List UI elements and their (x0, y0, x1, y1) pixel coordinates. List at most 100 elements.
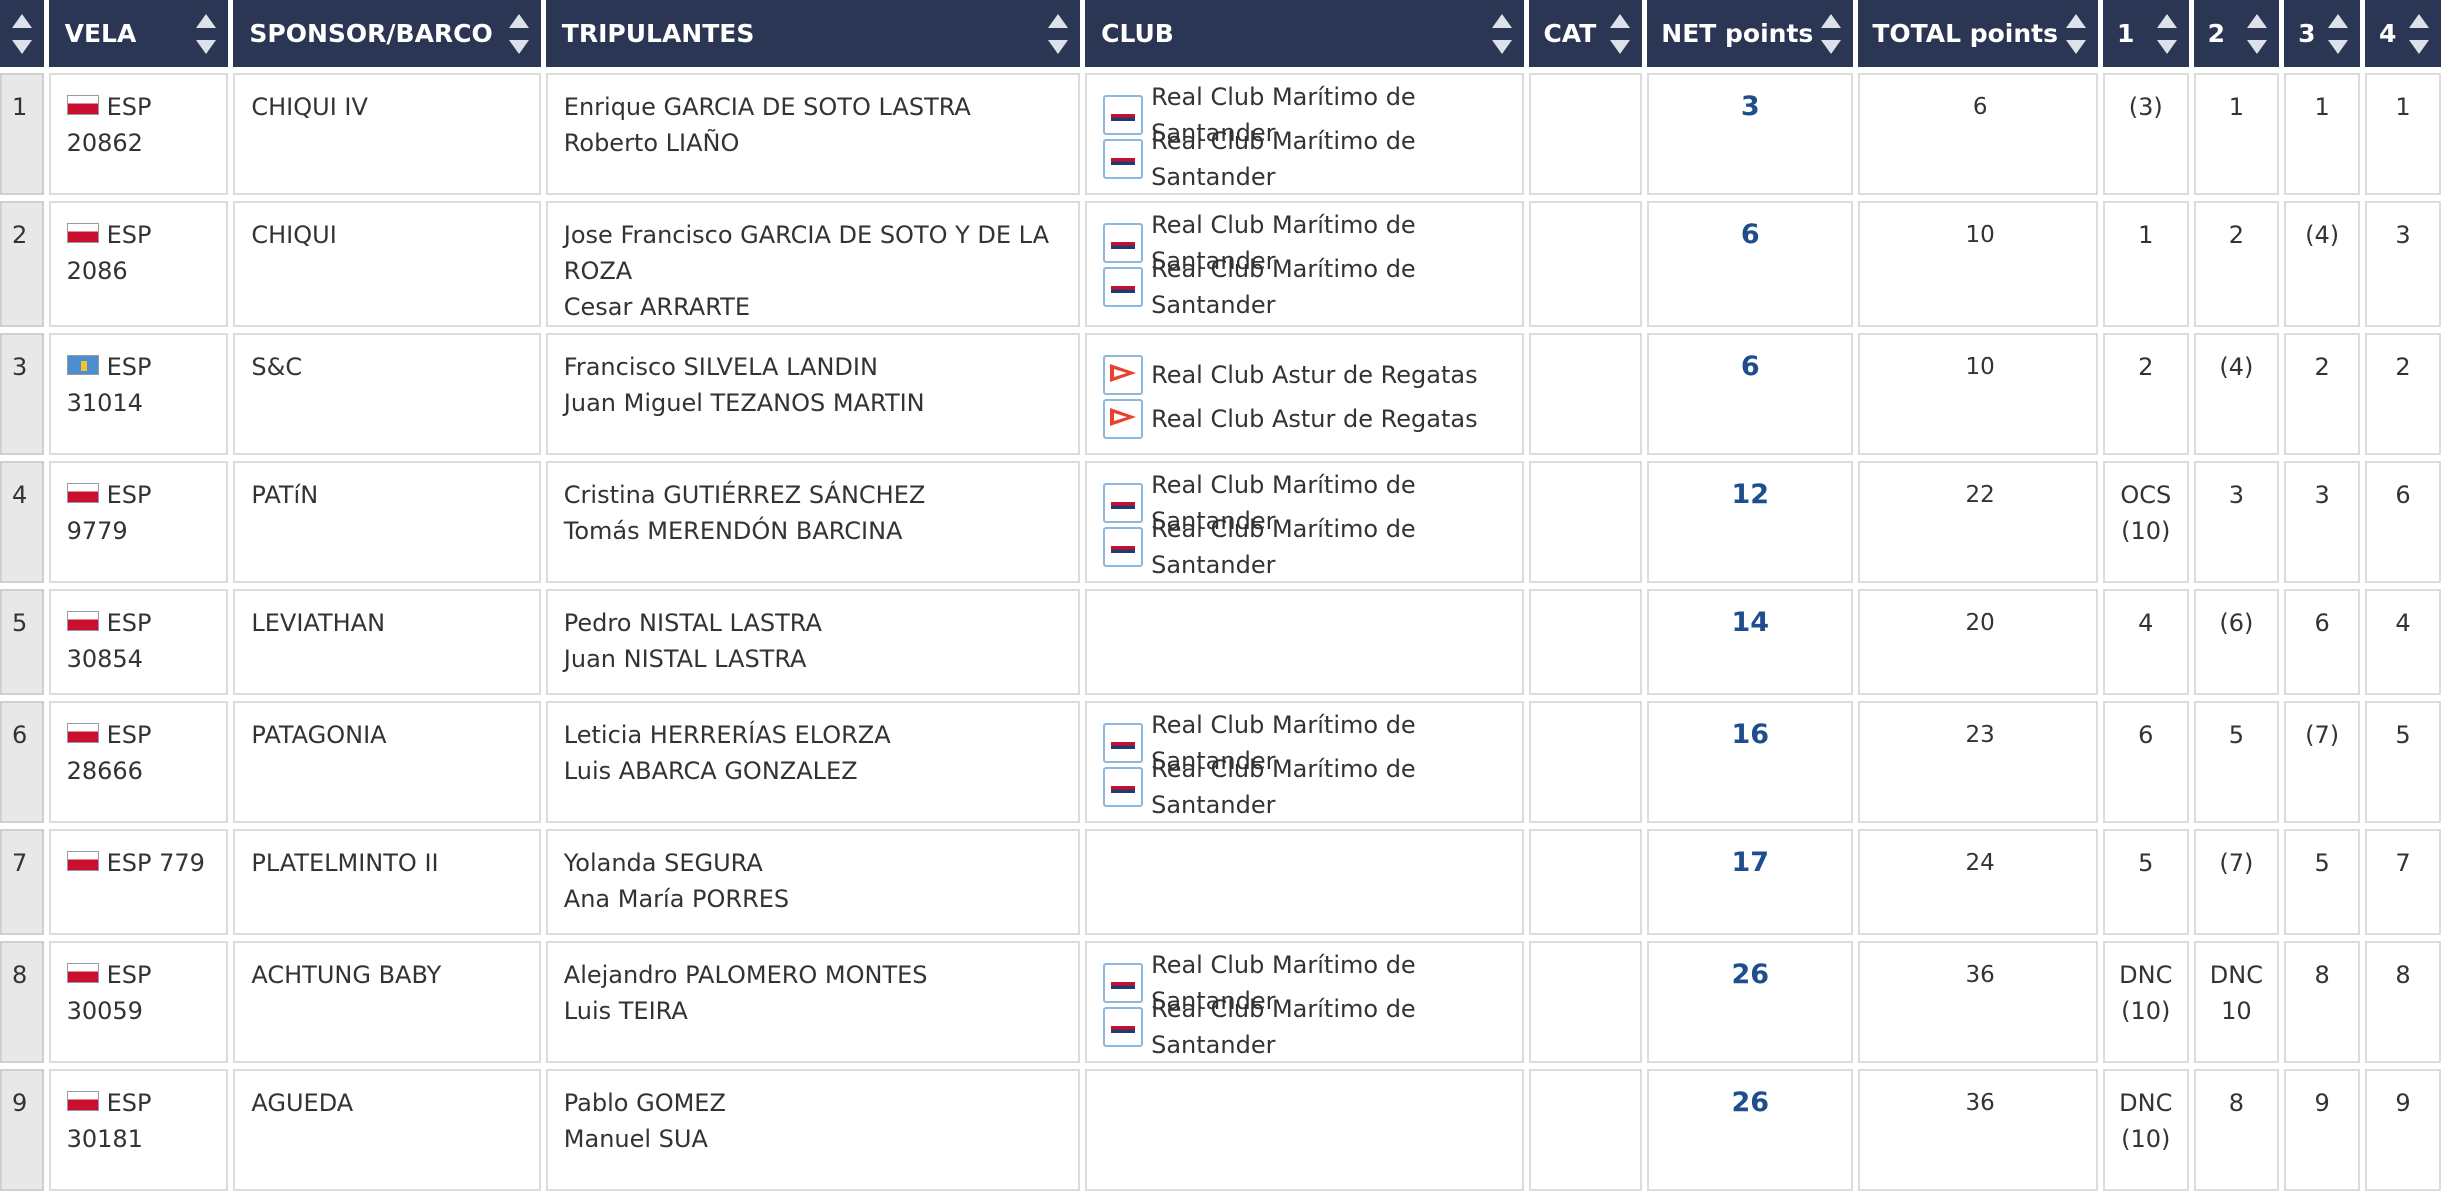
col-header-race-2[interactable]: 2 (2193, 0, 2280, 67)
col-header-race-4[interactable]: 4 (2365, 0, 2441, 67)
position-cell: 8 (0, 941, 44, 1063)
crew-member: Tomás MERENDÓN BARCINA (563, 517, 903, 545)
sort-icon[interactable] (508, 14, 529, 54)
race-4-cell: 8 (2365, 941, 2441, 1063)
position-value: 3 (12, 353, 28, 381)
sort-icon[interactable] (2156, 14, 2177, 54)
race-score: 4 (2138, 609, 2154, 637)
race-4-cell: 6 (2365, 461, 2441, 583)
col-header-cat[interactable]: CAT (1529, 0, 1643, 67)
race-3-cell: 6 (2284, 589, 2361, 695)
race-2-cell: 2 (2193, 201, 2280, 327)
crew-member: Manuel SUA (563, 1125, 708, 1153)
race-3-cell: 2 (2284, 333, 2361, 455)
club-cell: Real Club Marítimo de Santander Real Club… (1085, 941, 1525, 1063)
col-header-label: CLUB (1101, 19, 1174, 48)
net-points-cell: 26 (1647, 1069, 1854, 1191)
race-score: 5 (2138, 849, 2154, 877)
race-4-cell: 2 (2365, 333, 2441, 455)
col-header-label: TRIPULANTES (561, 19, 755, 48)
race-4-cell: 5 (2365, 701, 2441, 823)
sort-icon[interactable] (12, 14, 32, 54)
net-points: 26 (1731, 1087, 1770, 1118)
crew-member: Leticia HERRERÍAS ELORZA (563, 721, 891, 749)
col-header-total[interactable]: TOTAL points (1858, 0, 2098, 67)
col-header-race-3[interactable]: 3 (2284, 0, 2361, 67)
table-row[interactable]: 9 ESP 30181 AGUEDA Pablo GOMEZ Manuel SUA 26 3… (0, 1069, 2441, 1191)
sort-icon[interactable] (1821, 14, 1842, 54)
total-points-cell: 36 (1858, 1069, 2098, 1191)
col-header-label: CAT (1543, 19, 1597, 48)
table-row[interactable]: 3 ESP 31014 S&C Francisco SILVELA LANDIN Jua… (0, 333, 2441, 455)
boat-name: PATAGONIA (251, 721, 387, 749)
table-row[interactable]: 6 ESP 28666 PATAGONIA Leticia HERRERÍAS ELO… (0, 701, 2441, 823)
sort-icon[interactable] (2328, 14, 2349, 54)
col-header-net[interactable]: NET points (1647, 0, 1854, 67)
table-row[interactable]: 4 ESP 9779 PATíN Cristina GUTIÉRREZ SÁNCHEZ… (0, 461, 2441, 583)
race-1-cell: 1 (2102, 201, 2189, 327)
table-row[interactable]: 2 ESP 2086 CHIQUI Jose Francisco GARCIA DE … (0, 201, 2441, 327)
net-points-cell: 12 (1647, 461, 1854, 583)
sort-icon[interactable] (1048, 14, 1069, 54)
position-value: 8 (12, 961, 28, 989)
net-points: 26 (1731, 959, 1770, 990)
col-header-club[interactable]: CLUB (1085, 0, 1525, 67)
club-entry: Real Club Marítimo de Santander (1103, 995, 1516, 1059)
table-row[interactable]: 1 ESP 20862 CHIQUI IV Enrique GARCIA DE SOT… (0, 73, 2441, 195)
total-points: 6 (1972, 94, 1988, 120)
club-entry: Real Club Marítimo de Santander (1103, 515, 1516, 579)
crew-member: Luis ABARCA GONZALEZ (563, 757, 858, 785)
club-entry: Real Club Astur de Regatas (1103, 397, 1516, 441)
race-score: 8 (2228, 1089, 2245, 1117)
race-1-cell: DNC (10) (2102, 1069, 2189, 1191)
table-row[interactable]: 8 ESP 30059 ACHTUNG BABY Alejandro PALOMERO… (0, 941, 2441, 1063)
total-points-cell: 20 (1858, 589, 2098, 695)
col-header-crew[interactable]: TRIPULANTES (545, 0, 1081, 67)
results-table: VELA SPONSOR/BARCO TRIPULANTES CLUB CAT … (0, 0, 2446, 1197)
table-row[interactable]: 7 ESP 779 PLATELMINTO II Yolanda SEGURA Ana … (0, 829, 2441, 935)
club-burgee-icon (1103, 1007, 1144, 1047)
flag-icon (66, 611, 99, 631)
club-burgee-icon (1103, 399, 1144, 439)
net-points-cell: 6 (1647, 201, 1854, 327)
race-score: (7) (2219, 849, 2254, 877)
crew-member: Juan Miguel TEZANOS MARTIN (563, 389, 925, 417)
net-points: 17 (1731, 847, 1770, 878)
sort-icon[interactable] (196, 14, 217, 54)
sail-cell: ESP 30181 (48, 1069, 229, 1191)
boat-name: CHIQUI IV (251, 93, 368, 121)
cat-cell (1529, 701, 1643, 823)
crew-cell: Pablo GOMEZ Manuel SUA (545, 1069, 1081, 1191)
crew-cell: Enrique GARCIA DE SOTO LASTRA Roberto LIA… (545, 73, 1081, 195)
race-score: 1 (2395, 93, 2411, 121)
total-points-cell: 24 (1858, 829, 2098, 935)
col-header-race-1[interactable]: 1 (2102, 0, 2189, 67)
total-points-cell: 6 (1858, 73, 2098, 195)
sort-icon[interactable] (2247, 14, 2268, 54)
col-header-vela[interactable]: VELA (48, 0, 229, 67)
col-header-position[interactable] (0, 0, 44, 67)
header-row: VELA SPONSOR/BARCO TRIPULANTES CLUB CAT … (0, 0, 2441, 67)
col-header-sponsor[interactable]: SPONSOR/BARCO (233, 0, 541, 67)
table-row[interactable]: 5 ESP 30854 LEVIATHAN Pedro NISTAL LASTRA Ju… (0, 589, 2441, 695)
sort-icon[interactable] (2065, 14, 2086, 54)
net-points: 14 (1731, 607, 1770, 638)
race-2-cell: (7) (2193, 829, 2280, 935)
net-points: 6 (1740, 219, 1760, 250)
sort-icon[interactable] (1610, 14, 1631, 54)
crew-member: Enrique GARCIA DE SOTO LASTRA (563, 93, 971, 121)
sort-icon[interactable] (2409, 14, 2429, 54)
race-4-cell: 1 (2365, 73, 2441, 195)
total-points-cell: 36 (1858, 941, 2098, 1063)
sail-number: ESP 779 (106, 849, 205, 877)
sort-icon[interactable] (1492, 14, 1513, 54)
race-score: 6 (2314, 609, 2330, 637)
sail-cell: ESP 2086 (48, 201, 229, 327)
sponsor-cell: CHIQUI IV (233, 73, 541, 195)
race-score: 5 (2395, 721, 2411, 749)
race-score: DNC (2119, 961, 2173, 989)
race-3-cell: 1 (2284, 73, 2361, 195)
club-burgee-icon (1103, 223, 1144, 263)
total-points: 10 (1965, 222, 1995, 248)
sponsor-cell: PLATELMINTO II (233, 829, 541, 935)
